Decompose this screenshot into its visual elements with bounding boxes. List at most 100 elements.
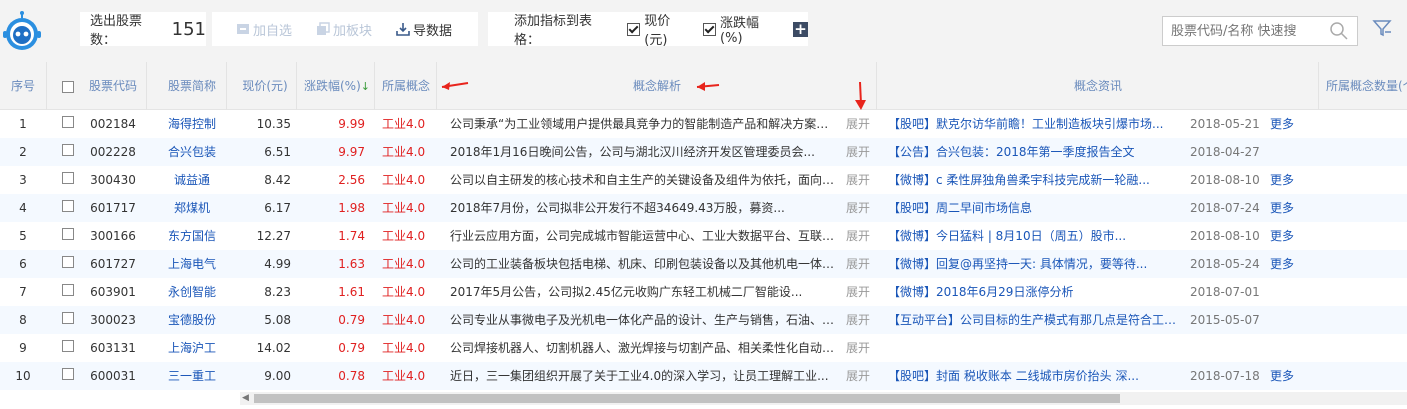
stock-code: 601717	[90, 201, 136, 215]
stock-name-link[interactable]: 上海电气	[158, 250, 226, 278]
table-row[interactable]: 6 601727 上海电气 4.99 1.63 工业4.0 公司的工业装备板块包…	[0, 250, 1407, 278]
table-row[interactable]: 8 300023 宝德股份 5.08 0.79 工业4.0 公司专业从事微电子及…	[0, 306, 1407, 334]
expand-link[interactable]: 展开	[846, 250, 874, 278]
more-link[interactable]	[1270, 278, 1300, 306]
expand-link[interactable]: 展开	[846, 362, 874, 390]
concept-link[interactable]: 工业4.0	[382, 110, 434, 138]
col-price[interactable]: 现价(元)	[234, 62, 297, 110]
expand-link[interactable]: 展开	[846, 194, 874, 222]
news-link[interactable]	[888, 334, 1184, 362]
concept-analysis: 公司以自主研发的核心技术和自主生产的关键设备及组件为依托，面向大...	[450, 173, 838, 187]
more-link[interactable]	[1270, 334, 1300, 362]
more-link[interactable]: 更多	[1270, 110, 1300, 138]
row-checkbox[interactable]	[62, 200, 74, 212]
stock-name-link[interactable]: 合兴包装	[158, 138, 226, 166]
more-link[interactable]: 更多	[1270, 250, 1300, 278]
news-link[interactable]: 【股吧】周二早间市场信息	[888, 194, 1184, 222]
expand-link[interactable]: 展开	[846, 306, 874, 334]
more-link[interactable]	[1270, 306, 1300, 334]
row-checkbox[interactable]	[62, 228, 74, 240]
table-row[interactable]: 10 600031 三一重工 9.00 0.78 工业4.0 近日，三一集团组织…	[0, 362, 1407, 390]
news-link[interactable]: 【股吧】默克尔访华前瞻！工业制造板块引爆市场...	[888, 110, 1184, 138]
expand-link[interactable]: 展开	[846, 138, 874, 166]
concept-link[interactable]: 工业4.0	[382, 222, 434, 250]
expand-link[interactable]: 展开	[846, 110, 874, 138]
add-block-button[interactable]: 加板块	[316, 20, 372, 39]
concept-link[interactable]: 工业4.0	[382, 306, 434, 334]
col-concept[interactable]: 所属概念	[376, 62, 437, 110]
row-checkbox[interactable]	[62, 256, 74, 268]
more-link[interactable]: 更多	[1270, 194, 1300, 222]
stock-name-link[interactable]: 宝德股份	[158, 306, 226, 334]
table-row[interactable]: 1 002184 海得控制 10.35 9.99 工业4.0 公司秉承“为工业领…	[0, 110, 1407, 138]
row-checkbox[interactable]	[62, 172, 74, 184]
concept-link[interactable]: 工业4.0	[382, 250, 434, 278]
news-link[interactable]: 【互动平台】公司目标的生产模式有那几点是符合工业...	[888, 306, 1184, 334]
news-date: 2018-08-10	[1190, 173, 1260, 187]
stock-name-link[interactable]: 郑煤机	[158, 194, 226, 222]
price: 6.51	[264, 145, 291, 159]
concept-link[interactable]: 工业4.0	[382, 278, 434, 306]
more-link[interactable]: 更多	[1270, 166, 1300, 194]
export-data-button[interactable]: 导数据	[396, 20, 452, 39]
news-link[interactable]: 【微博】c 柔性屏独角兽柔宇科技完成新一轮融...	[888, 166, 1184, 194]
news-link[interactable]: 【公告】合兴包装：2018年第一季度报告全文	[888, 138, 1184, 166]
concept-analysis: 2017年5月公告，公司拟2.45亿元收购广东轻工机械二厂智能设...	[450, 285, 803, 299]
more-link[interactable]: 更多	[1270, 362, 1300, 390]
expand-link[interactable]: 展开	[846, 278, 874, 306]
scroll-left-icon[interactable]: ◀	[242, 392, 249, 405]
news-link[interactable]: 【微博】回复@再坚持一天: 具体情况，要等待...	[888, 250, 1184, 278]
expand-link[interactable]: 展开	[846, 222, 874, 250]
stock-name-link[interactable]: 上海沪工	[158, 334, 226, 362]
col-concept-count[interactable]: 所属概念数量(个	[1326, 62, 1407, 110]
concept-link[interactable]: 工业4.0	[382, 138, 434, 166]
add-indicator-button[interactable]: +	[793, 21, 808, 37]
row-index: 5	[19, 229, 27, 243]
concept-link[interactable]: 工业4.0	[382, 194, 434, 222]
more-link[interactable]: 更多	[1270, 222, 1300, 250]
row-checkbox[interactable]	[62, 284, 74, 296]
table-row[interactable]: 9 603131 上海沪工 14.02 0.79 工业4.0 公司焊接机器人、切…	[0, 334, 1407, 362]
select-all-checkbox[interactable]	[62, 81, 74, 93]
indicator-price-label: 现价(元)	[644, 14, 671, 48]
expand-link[interactable]: 展开	[846, 334, 874, 362]
news-link[interactable]: 【微博】2018年6月29日涨停分析	[888, 278, 1184, 306]
row-checkbox[interactable]	[62, 312, 74, 324]
news-link[interactable]: 【微博】今日猛料 | 8月10日（周五）股市...	[888, 222, 1184, 250]
indicator-change-checkbox[interactable]: 涨跌幅(%)	[703, 12, 781, 46]
table-row[interactable]: 7 603901 永创智能 8.23 1.61 工业4.0 2017年5月公告，…	[0, 278, 1407, 306]
news-link[interactable]: 【股吧】封面 税收账本 二线城市房价抬头 深...	[888, 362, 1184, 390]
concept-link[interactable]: 工业4.0	[382, 362, 434, 390]
concept-link[interactable]: 工业4.0	[382, 166, 434, 194]
add-block-icon	[317, 22, 330, 35]
stock-name-link[interactable]: 三一重工	[158, 362, 226, 390]
table-row[interactable]: 3 300430 诚益通 8.42 2.56 工业4.0 公司以自主研发的核心技…	[0, 166, 1407, 194]
concept-link[interactable]: 工业4.0	[382, 334, 434, 362]
col-change[interactable]: 涨跌幅(%)↓	[300, 62, 375, 110]
stock-name-link[interactable]: 东方国信	[158, 222, 226, 250]
row-checkbox[interactable]	[62, 144, 74, 156]
stock-name-link[interactable]: 诚益通	[158, 166, 226, 194]
table-row[interactable]: 5 300166 东方国信 12.27 1.74 工业4.0 行业云应用方面，公…	[0, 222, 1407, 250]
table-row[interactable]: 4 601717 郑煤机 6.17 1.98 工业4.0 2018年7月份，公司…	[0, 194, 1407, 222]
add-watchlist-button[interactable]: 加自选	[236, 20, 292, 39]
search-icon[interactable]	[1329, 21, 1349, 41]
row-index: 8	[19, 313, 27, 327]
more-link[interactable]	[1270, 138, 1300, 166]
horizontal-scrollbar[interactable]: ◀	[240, 392, 1407, 405]
concept-analysis: 行业云应用方面，公司完成城市智能运营中心、工业大数据平台、互联网...	[450, 229, 838, 243]
row-checkbox[interactable]	[62, 116, 74, 128]
filter-icon[interactable]	[1372, 18, 1392, 38]
search-input[interactable]	[1169, 17, 1333, 45]
table-row[interactable]: 2 002228 合兴包装 6.51 9.97 工业4.0 2018年1月16日…	[0, 138, 1407, 166]
col-change-label: 涨跌幅(%)	[304, 79, 361, 93]
col-name[interactable]: 股票简称	[158, 62, 227, 110]
stock-name-link[interactable]: 永创智能	[158, 278, 226, 306]
scrollbar-thumb[interactable]	[254, 394, 1120, 403]
indicator-price-checkbox[interactable]: 现价(元)	[627, 10, 693, 48]
expand-link[interactable]: 展开	[846, 166, 874, 194]
col-code[interactable]: 股票代码	[80, 62, 147, 110]
row-checkbox[interactable]	[62, 368, 74, 380]
stock-name-link[interactable]: 海得控制	[158, 110, 226, 138]
row-checkbox[interactable]	[62, 340, 74, 352]
